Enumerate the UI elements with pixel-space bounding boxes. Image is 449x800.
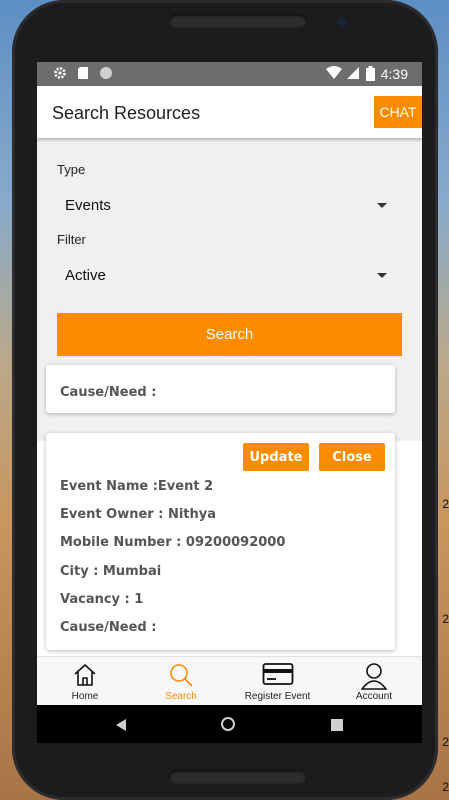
filter-selected-value: Active [65, 267, 106, 284]
event-owner-text: Event Owner : Nithya [60, 507, 217, 522]
page-title: Search Resources [52, 103, 201, 123]
nav-label: Search [165, 691, 197, 702]
update-button[interactable]: Update [243, 443, 309, 471]
event-name-text: Event Name :Event 2 [60, 479, 214, 494]
type-label: Type [57, 162, 86, 177]
dropdown-caret-icon [377, 273, 387, 278]
status-bar: 4:39 [37, 62, 422, 86]
mobile-number-text: Mobile Number : 09200092000 [60, 535, 286, 550]
search-button[interactable]: Search [57, 313, 402, 356]
front-camera [337, 17, 347, 27]
bottom-navigation: Home Search Register Event Account [37, 656, 422, 706]
cause-need-text: Cause/Need : [60, 385, 157, 400]
type-select[interactable]: Events [57, 192, 387, 220]
background-text: 2 [442, 497, 449, 511]
credit-card-icon [262, 662, 294, 691]
dropdown-caret-icon [377, 203, 387, 208]
vacancy-text: Vacancy : 1 [60, 592, 144, 607]
bottom-speaker [169, 770, 307, 784]
nav-label: Home [71, 691, 99, 702]
nav-label: Register Event [244, 691, 311, 702]
earpiece-speaker [169, 14, 307, 28]
app-screen: 4:39 Search Resources CHAT Type Events F… [37, 62, 422, 743]
clock: 4:39 [380, 66, 408, 82]
background-text: 2 [442, 735, 449, 749]
filter-label: Filter [57, 232, 86, 247]
nav-home[interactable]: Home [37, 657, 133, 706]
filter-select[interactable]: Active [57, 262, 387, 290]
home-circle-icon[interactable] [220, 716, 236, 737]
nav-register-event[interactable]: Register Event [229, 657, 326, 706]
chat-button[interactable]: CHAT [374, 96, 422, 128]
back-icon[interactable] [116, 718, 128, 736]
type-selected-value: Events [65, 197, 111, 214]
close-button[interactable]: Close [319, 443, 385, 471]
result-card: Update Close Event Name :Event 2 Event O… [46, 433, 395, 650]
circle-icon [99, 66, 113, 83]
result-card: Cause/Need : [46, 365, 395, 413]
search-icon [168, 662, 194, 693]
recents-icon[interactable] [331, 718, 343, 736]
battery-icon [366, 66, 375, 84]
wifi-icon [326, 66, 342, 83]
cause-need-text: Cause/Need : [60, 620, 157, 635]
app-bar: Search Resources CHAT [37, 86, 422, 138]
home-icon [72, 662, 98, 693]
nav-account[interactable]: Account [326, 657, 422, 706]
city-text: City : Mumbai [60, 564, 162, 579]
nav-search[interactable]: Search [133, 657, 229, 706]
system-navigation-bar [37, 705, 422, 743]
nav-label: Account [355, 691, 393, 702]
background-text: 2 [442, 780, 449, 794]
background-text: 2 [442, 612, 449, 626]
signal-icon [346, 66, 360, 83]
gear-icon [53, 66, 67, 83]
sd-card-icon [77, 66, 89, 83]
